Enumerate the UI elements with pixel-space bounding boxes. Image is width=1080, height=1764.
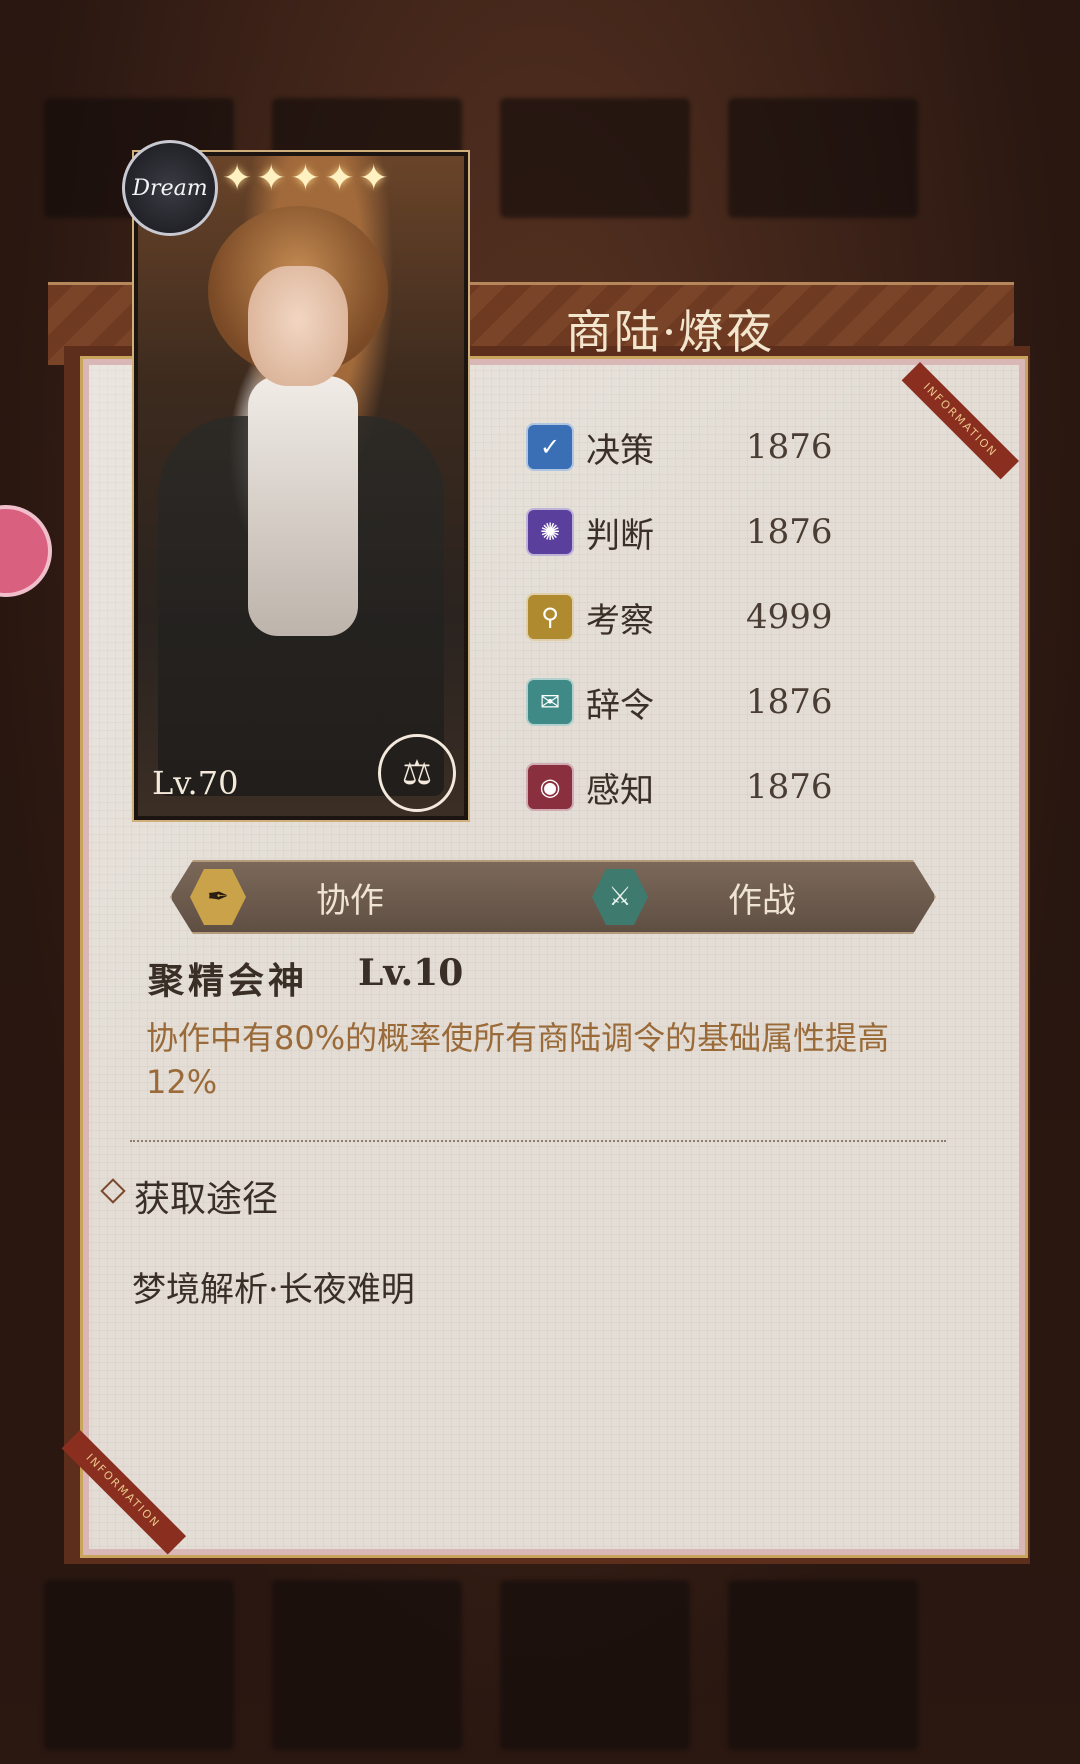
stat-label: 判断 [586, 515, 654, 556]
stat-value: 1876 [746, 512, 833, 552]
stat-row-perception: ◉ 感知 1876 [526, 760, 833, 814]
background-card-tile [44, 1580, 234, 1750]
battle-icon: ⚔ [592, 869, 648, 925]
skill-level: Lv.10 [358, 952, 464, 994]
star-rating: ✦✦✦✦✦ [222, 158, 393, 199]
acquire-source-link[interactable]: 梦境解析·长夜难明 [132, 1262, 415, 1311]
background-card-tile [272, 1580, 462, 1750]
background-card-tile [728, 98, 918, 218]
skill-name: 聚精会神 [148, 960, 309, 1002]
background-card-tile [500, 1580, 690, 1750]
stat-row-decision: ✓ 决策 1876 [526, 420, 833, 474]
judgment-icon: ✺ [526, 508, 574, 556]
section-divider [130, 1140, 946, 1142]
stat-row-judgment: ✺ 判断 1876 [526, 505, 833, 559]
card-level: Lv.70 [152, 764, 239, 802]
stat-value: 1876 [746, 427, 833, 467]
portrait-shirt [248, 376, 358, 636]
card-title: 商陆·燎夜 [565, 305, 775, 359]
card-type-icon: ⚖ [378, 734, 456, 812]
tab-cooperate-label: 协作 [316, 880, 384, 921]
rarity-badge: Dream [122, 140, 218, 236]
skill-tab-bar: ✒ 协作 ⚔ 作战 [170, 860, 936, 934]
stat-row-inspect: ⚲ 考察 4999 [526, 590, 833, 644]
background-status-text [672, 30, 1032, 70]
stat-row-rhetoric: ✉ 辞令 1876 [526, 675, 833, 729]
stat-value: 1876 [746, 682, 833, 722]
decision-icon: ✓ [526, 423, 574, 471]
background-card-tile [500, 98, 690, 218]
rhetoric-icon: ✉ [526, 678, 574, 726]
portrait-face [248, 266, 348, 386]
stat-label: 考察 [586, 600, 654, 641]
perception-icon: ◉ [526, 763, 574, 811]
background-card-tile [728, 1580, 918, 1750]
character-portrait[interactable]: Dream ✦✦✦✦✦ Lv.70 ⚖ [122, 140, 468, 820]
stat-label: 感知 [586, 770, 654, 811]
tab-battle[interactable]: ⚔ 作战 [592, 862, 796, 932]
tab-battle-label: 作战 [728, 880, 796, 921]
quill-icon: ✒ [190, 869, 246, 925]
stat-value: 1876 [746, 767, 833, 807]
tab-cooperate[interactable]: ✒ 协作 [190, 862, 384, 932]
acquire-section-title: 获取途径 [134, 1179, 279, 1220]
skill-description: 协作中有80%的概率使所有商陆调令的基础属性提高12% [146, 1019, 890, 1101]
stat-label: 决策 [586, 430, 654, 471]
stat-value: 4999 [746, 597, 833, 637]
stat-label: 辞令 [586, 685, 654, 726]
inspect-icon: ⚲ [526, 593, 574, 641]
